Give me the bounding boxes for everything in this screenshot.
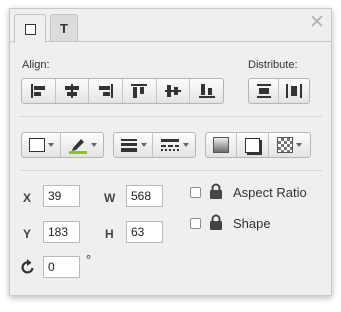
align-left-icon: [31, 84, 46, 98]
tab-divider: [10, 41, 331, 42]
rotation-input[interactable]: [43, 256, 80, 278]
tab-shape[interactable]: [14, 14, 46, 43]
align-top-button[interactable]: [123, 79, 157, 103]
divider: [20, 116, 322, 117]
distribute-vertical-icon: [256, 84, 271, 98]
fill-color-button[interactable]: [22, 133, 62, 157]
shape-square-icon: [24, 23, 36, 35]
distribute-horizontal-button[interactable]: [279, 79, 309, 103]
align-right-icon: [98, 84, 113, 98]
line-weight-button[interactable]: [114, 133, 154, 157]
effects-button-group: [205, 132, 311, 158]
distribute-vertical-button[interactable]: [249, 79, 280, 103]
align-middle-vertical-icon: [165, 85, 182, 97]
stroke-color-button[interactable]: [61, 133, 103, 157]
y-label: Y: [23, 227, 32, 241]
rotate-icon: [21, 259, 34, 274]
distribute-button-group: [248, 78, 310, 104]
aspect-ratio-label: Aspect Ratio: [233, 185, 307, 200]
gradient-button[interactable]: [206, 133, 238, 157]
shape-lock-checkbox[interactable]: [190, 218, 201, 229]
line-weight-icon: [120, 139, 137, 152]
shape-lock-label: Shape: [233, 216, 271, 231]
opacity-button[interactable]: [269, 133, 310, 157]
align-bottom-button[interactable]: [190, 79, 223, 103]
align-top-icon: [131, 84, 148, 98]
x-label: X: [23, 191, 32, 205]
y-input[interactable]: [43, 221, 80, 243]
width-input[interactable]: [126, 185, 163, 207]
line-button-group: [113, 132, 196, 158]
align-button-group: [21, 78, 224, 104]
align-label: Align:: [22, 59, 50, 71]
fill-color-icon: [28, 138, 45, 152]
shadow-button[interactable]: [237, 133, 269, 157]
shadow-icon: [245, 137, 261, 153]
lock-icon: [210, 214, 222, 230]
align-center-horizontal-icon: [65, 84, 79, 98]
stroke-color-pen-icon: [68, 139, 87, 154]
lock-icon: [210, 183, 222, 199]
align-middle-button[interactable]: [157, 79, 191, 103]
distribute-horizontal-icon: [286, 84, 302, 98]
w-label: W: [104, 191, 116, 205]
shape-properties-panel: T ✕ Align: Distribute: X 39 W 568 Y 183 …: [9, 8, 332, 296]
divider: [20, 170, 322, 171]
line-style-dashed-icon: [160, 139, 179, 151]
align-right-button[interactable]: [89, 79, 124, 103]
align-bottom-icon: [198, 84, 215, 98]
h-label: H: [105, 227, 114, 241]
color-button-group: [21, 132, 104, 158]
distribute-label: Distribute:: [248, 59, 298, 71]
gradient-icon: [213, 137, 230, 153]
align-center-button[interactable]: [56, 79, 90, 103]
degree-unit: °: [86, 252, 92, 267]
aspect-ratio-checkbox[interactable]: [190, 187, 201, 198]
tab-bar: T: [10, 9, 331, 43]
x-input[interactable]: [43, 185, 80, 207]
close-x-icon[interactable]: ✕: [307, 12, 327, 32]
opacity-checker-icon: [276, 137, 293, 153]
line-style-button[interactable]: [153, 133, 195, 157]
height-input[interactable]: [126, 221, 163, 243]
tab-text[interactable]: T: [50, 14, 78, 42]
align-left-button[interactable]: [22, 79, 56, 103]
